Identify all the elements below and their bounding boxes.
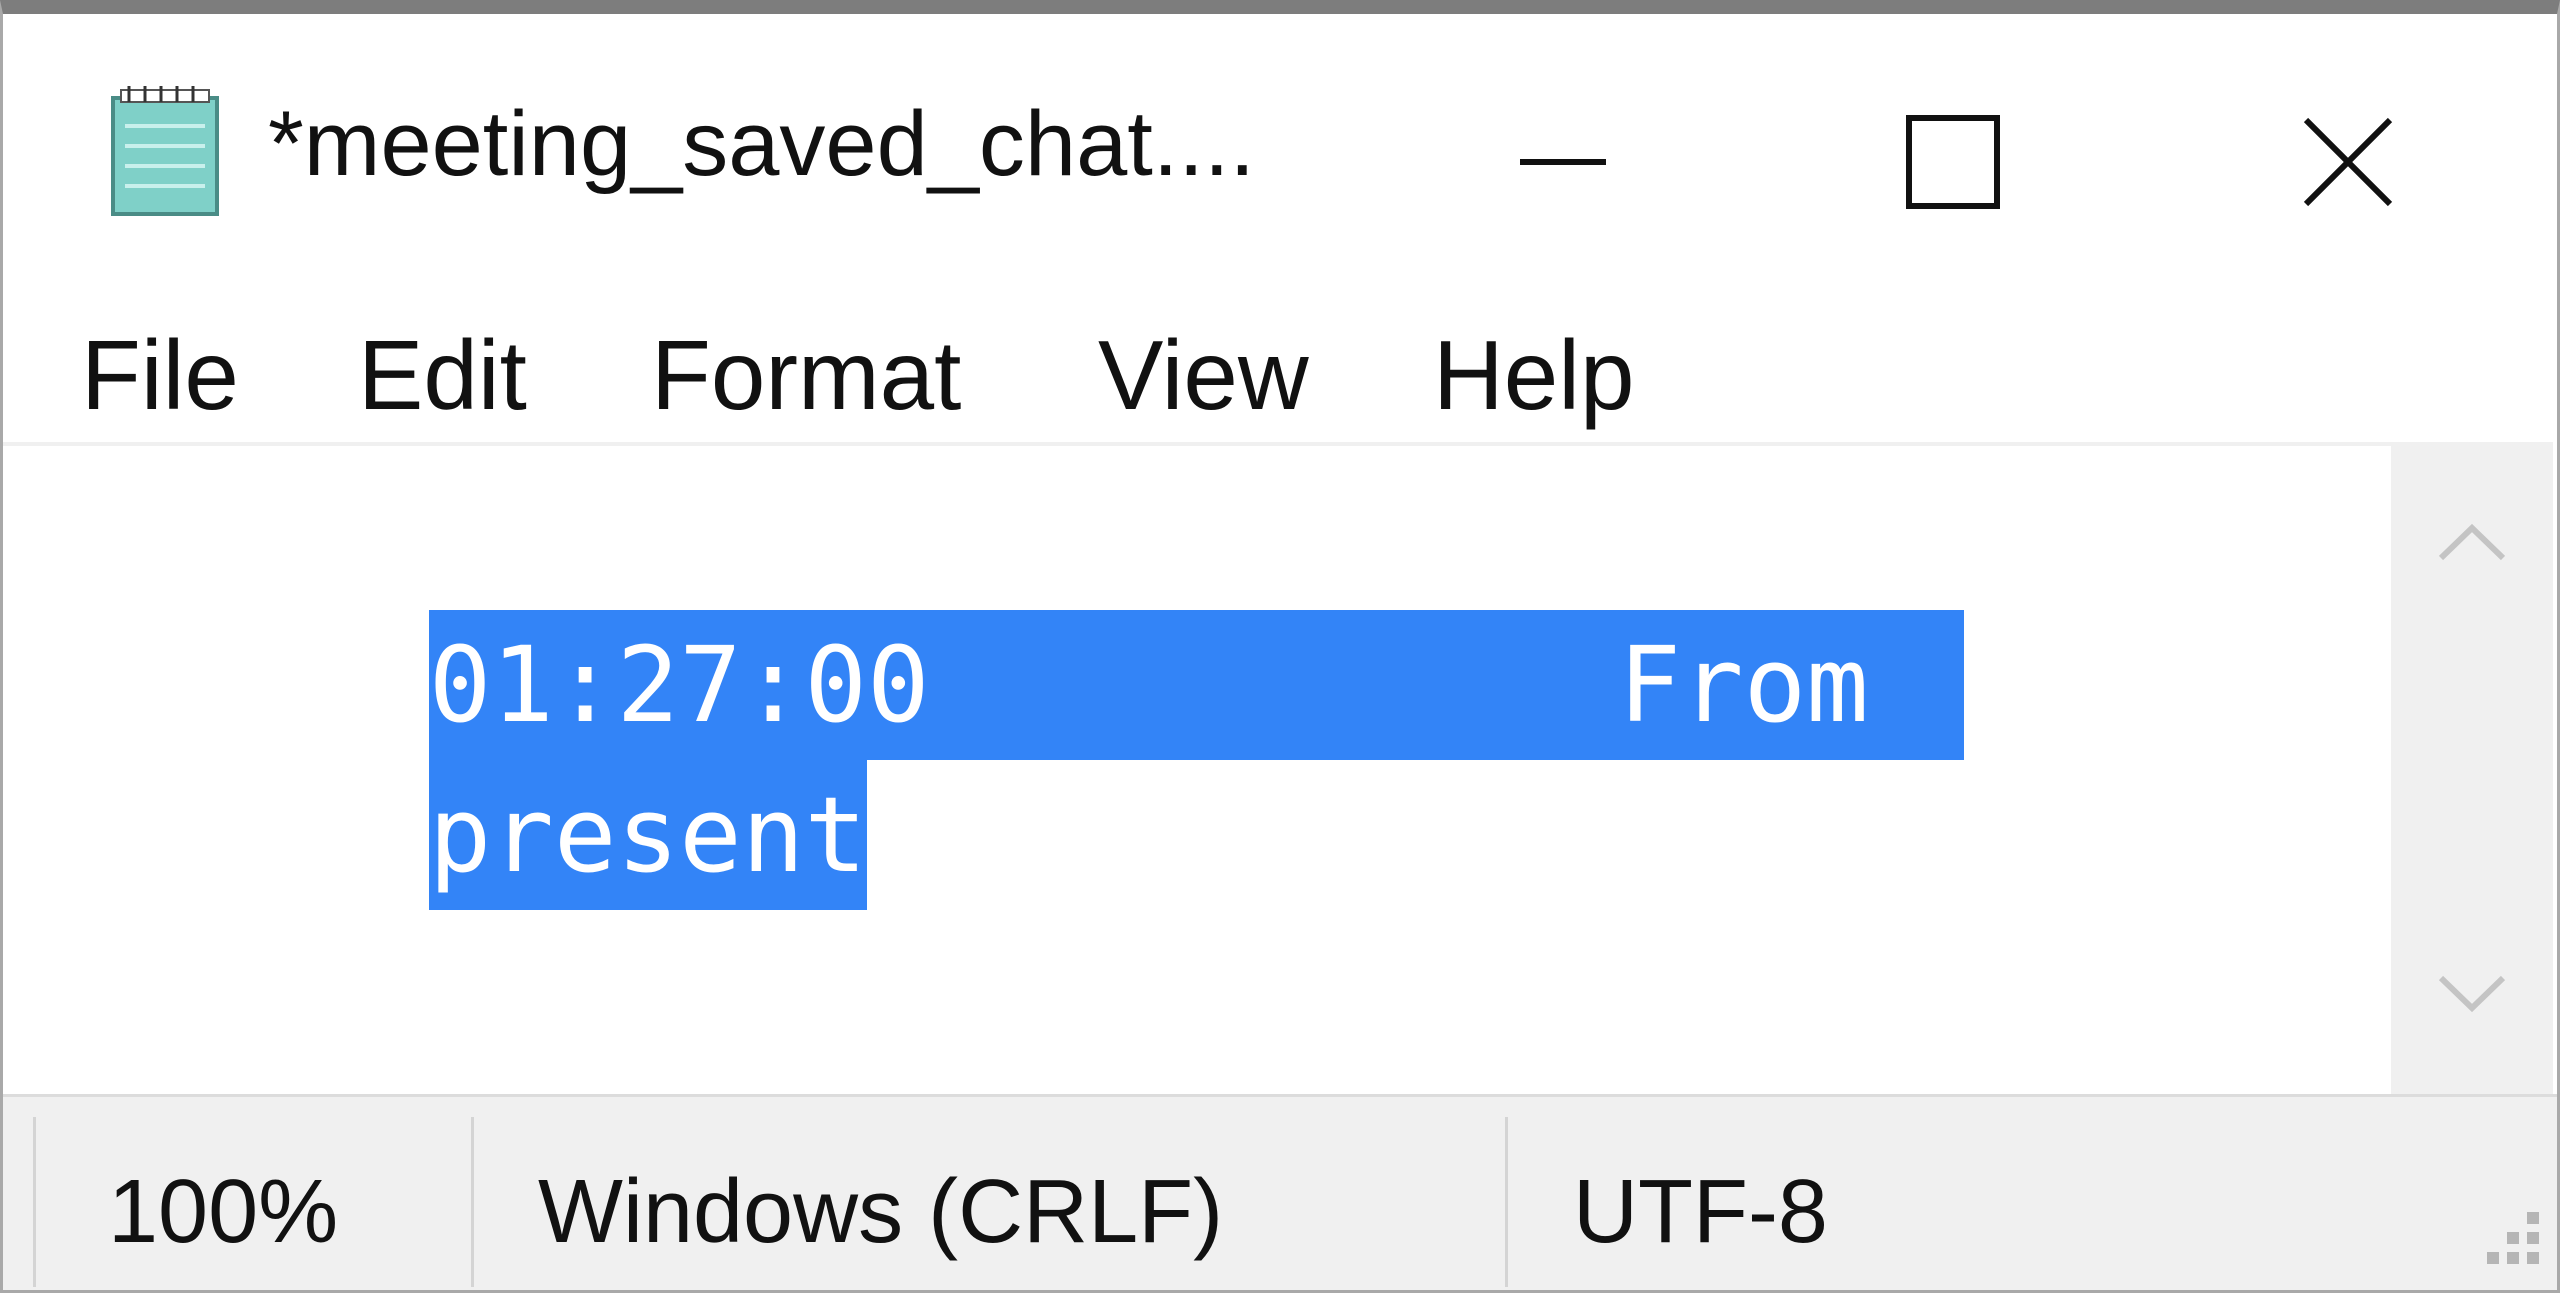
status-zoom: 100% [108, 1162, 339, 1262]
chevron-down-icon [2438, 975, 2506, 1013]
menu-edit[interactable]: Edit [358, 319, 527, 432]
minimize-button[interactable] [1463, 62, 1663, 262]
selected-text: present [428, 760, 867, 910]
status-encoding: UTF-8 [1573, 1162, 1828, 1262]
close-button[interactable] [2248, 62, 2448, 262]
menu-bar: File Edit Format View Help [3, 297, 2557, 437]
menu-view[interactable]: View [1098, 319, 1309, 432]
editor-line: present [53, 610, 867, 910]
maximize-icon [1906, 115, 2000, 209]
maximize-button[interactable] [1853, 62, 2053, 262]
status-bar: 100% Windows (CRLF) UTF-8 [3, 1094, 2557, 1290]
status-divider [1505, 1117, 1508, 1287]
status-divider [33, 1117, 36, 1287]
status-line-ending: Windows (CRLF) [538, 1162, 1224, 1262]
minimize-icon [1520, 159, 1606, 165]
notepad-window: *meeting_saved_chat.... File Edit Format… [0, 0, 2560, 1293]
title-bar[interactable]: *meeting_saved_chat.... [3, 14, 2557, 282]
scroll-up-button[interactable] [2391, 482, 2553, 602]
menu-format[interactable]: Format [651, 319, 961, 432]
menu-help[interactable]: Help [1433, 319, 1635, 432]
scroll-down-button[interactable] [2391, 934, 2553, 1054]
window-title: *meeting_saved_chat.... [268, 93, 1256, 195]
editor-line: 01:27:00 From Jan : [53, 460, 2307, 760]
menu-file[interactable]: File [81, 319, 239, 432]
close-icon [2303, 117, 2393, 207]
text-editor[interactable]: 01:27:00 From Jan : present [3, 442, 2391, 1094]
resize-grip-icon[interactable] [2463, 1196, 2543, 1276]
notepad-icon [111, 86, 219, 216]
vertical-scrollbar[interactable] [2391, 442, 2553, 1094]
chevron-up-icon [2438, 523, 2506, 561]
status-divider [471, 1117, 474, 1287]
